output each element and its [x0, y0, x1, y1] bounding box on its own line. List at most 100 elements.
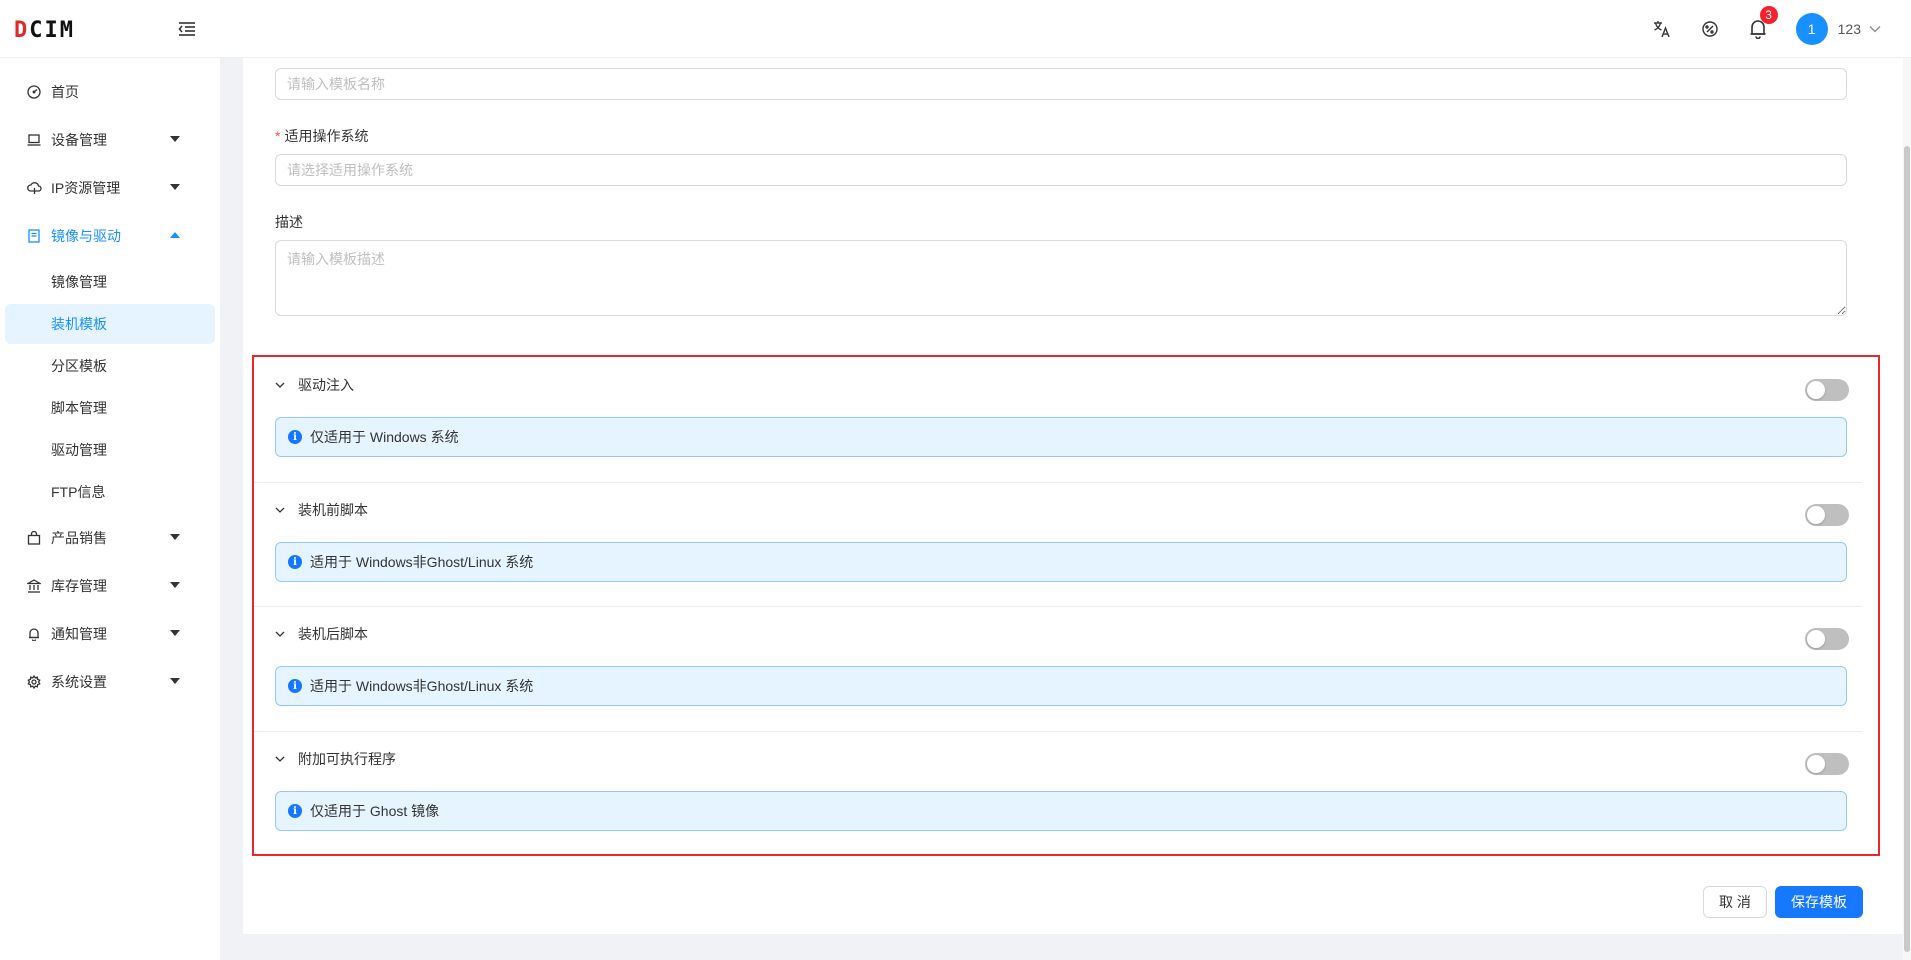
caret-down-icon — [170, 678, 180, 684]
section-header[interactable]: 装机前脚本 — [273, 500, 368, 520]
submenu-label: 分区模板 — [51, 358, 107, 374]
section-driver-injection: 驱动注入 i 仅适用于 Windows 系统 — [252, 363, 1862, 487]
chevron-down-icon — [273, 627, 287, 641]
caret-down-icon — [170, 184, 180, 190]
section-extra-executable: 附加可执行程序 i 仅适用于 Ghost 镜像 — [252, 737, 1862, 861]
sidebar-item-label: 镜像与驱动 — [51, 228, 121, 244]
info-icon: i — [288, 555, 302, 569]
section-pre-install-script: 装机前脚本 i 适用于 Windows非Ghost/Linux 系统 — [252, 488, 1862, 612]
sidebar-item-label: 设备管理 — [51, 132, 107, 148]
shopping-bag-icon — [26, 530, 42, 546]
cancel-button[interactable]: 取 消 — [1703, 886, 1767, 918]
book-icon — [26, 228, 42, 244]
chevron-down-icon — [273, 503, 287, 517]
chevron-down-icon — [273, 752, 287, 766]
menu-fold-icon — [178, 22, 195, 36]
header-actions: 3 1 123 — [1638, 0, 1911, 58]
theme-button[interactable] — [1686, 0, 1734, 58]
laptop-icon — [26, 132, 42, 148]
sidebar-item-home[interactable]: 首页 — [0, 68, 220, 116]
submenu-item-image-management[interactable]: 镜像管理 — [5, 262, 215, 302]
info-alert: i 适用于 Windows非Ghost/Linux 系统 — [275, 542, 1847, 582]
caret-down-icon — [170, 534, 180, 540]
sidebar-item-label: 首页 — [51, 84, 79, 100]
dcim-logo[interactable]: D CIM — [14, 18, 75, 43]
submenu-item-script-management[interactable]: 脚本管理 — [5, 388, 215, 428]
notification-button[interactable]: 3 — [1734, 0, 1782, 58]
sidebar-item-inventory[interactable]: 库存管理 — [0, 562, 220, 610]
template-name-input[interactable] — [275, 68, 1847, 100]
logo-prefix: D — [14, 18, 30, 43]
menu-fold-button[interactable] — [176, 18, 198, 40]
description-label: 描述 — [275, 214, 303, 230]
sidebar-item-notifications[interactable]: 通知管理 — [0, 610, 220, 658]
alert-text: 适用于 Windows非Ghost/Linux 系统 — [310, 554, 534, 570]
driver-injection-switch[interactable] — [1805, 379, 1849, 401]
sidebar-item-label: 产品销售 — [51, 530, 107, 546]
sidebar-item-system-settings[interactable]: 系统设置 — [0, 658, 220, 706]
section-divider — [254, 482, 1862, 483]
os-label-text: 适用操作系统 — [284, 128, 369, 144]
sidebar-item-product-sales[interactable]: 产品销售 — [0, 514, 220, 562]
palette-icon — [1701, 21, 1718, 37]
os-select[interactable] — [275, 154, 1847, 186]
translate-icon — [1653, 21, 1670, 38]
submenu-label: 脚本管理 — [51, 400, 107, 416]
submenu-label: 装机模板 — [51, 316, 107, 332]
username: 123 — [1837, 21, 1861, 37]
sidebar-item-images-drivers[interactable]: 镜像与驱动 — [0, 212, 220, 260]
os-label: * 适用操作系统 — [275, 126, 368, 146]
alert-text: 仅适用于 Ghost 镜像 — [310, 803, 440, 819]
submenu-label: 镜像管理 — [51, 274, 107, 290]
info-alert: i 适用于 Windows非Ghost/Linux 系统 — [275, 666, 1847, 706]
section-title: 附加可执行程序 — [298, 751, 396, 767]
caret-down-icon — [170, 582, 180, 588]
submenu-item-ftp-info[interactable]: FTP信息 — [5, 472, 215, 512]
logo-text: CIM — [29, 18, 75, 43]
caret-down-icon — [170, 630, 180, 636]
sidebar-item-ip-resources[interactable]: IP资源管理 — [0, 164, 220, 212]
section-title: 驱动注入 — [298, 377, 354, 393]
caret-up-icon — [170, 232, 180, 238]
submenu-label: FTP信息 — [51, 484, 106, 500]
user-menu[interactable]: 1 123 — [1795, 13, 1881, 45]
info-alert: i 仅适用于 Windows 系统 — [275, 417, 1847, 457]
sidebar-item-devices[interactable]: 设备管理 — [0, 116, 220, 164]
sidebar-item-label: 系统设置 — [51, 674, 107, 690]
description-textarea[interactable] — [275, 240, 1847, 316]
section-divider — [254, 731, 1862, 732]
sidebar-item-label: 通知管理 — [51, 626, 107, 642]
translate-button[interactable] — [1638, 0, 1686, 58]
cloud-icon — [26, 180, 42, 196]
notification-badge: 3 — [1759, 6, 1778, 24]
chevron-down-icon — [273, 378, 287, 392]
save-template-button[interactable]: 保存模板 — [1775, 886, 1863, 918]
info-icon: i — [288, 679, 302, 693]
section-header[interactable]: 驱动注入 — [273, 375, 354, 395]
info-alert: i 仅适用于 Ghost 镜像 — [275, 791, 1847, 831]
submenu-item-install-template[interactable]: 装机模板 — [5, 304, 215, 344]
info-icon: i — [288, 430, 302, 444]
info-icon: i — [288, 804, 302, 818]
section-header[interactable]: 附加可执行程序 — [273, 749, 396, 769]
extra-executable-switch[interactable] — [1805, 753, 1849, 775]
section-post-install-script: 装机后脚本 i 适用于 Windows非Ghost/Linux 系统 — [252, 612, 1862, 736]
submenu-item-driver-management[interactable]: 驱动管理 — [5, 430, 215, 470]
bell-icon — [26, 626, 42, 642]
sidebar: 首页 设备管理 IP资源管理 镜像与驱动 镜像管理 装机模板 分区模板 脚本管理… — [0, 58, 220, 960]
section-divider — [254, 606, 1862, 607]
submenu-label: 驱动管理 — [51, 442, 107, 458]
post-install-script-switch[interactable] — [1805, 628, 1849, 650]
section-header[interactable]: 装机后脚本 — [273, 624, 368, 644]
required-mark: * — [275, 128, 281, 144]
avatar: 1 — [1795, 13, 1828, 45]
gear-icon — [26, 674, 42, 690]
scrollbar-thumb[interactable] — [1904, 146, 1910, 952]
caret-down-icon — [170, 136, 180, 142]
alert-text: 仅适用于 Windows 系统 — [310, 429, 459, 445]
top-header: D CIM 3 1 123 — [0, 0, 1911, 58]
sidebar-item-label: IP资源管理 — [51, 180, 121, 196]
section-title: 装机后脚本 — [298, 626, 368, 642]
submenu-item-partition-template[interactable]: 分区模板 — [5, 346, 215, 386]
pre-install-script-switch[interactable] — [1805, 504, 1849, 526]
